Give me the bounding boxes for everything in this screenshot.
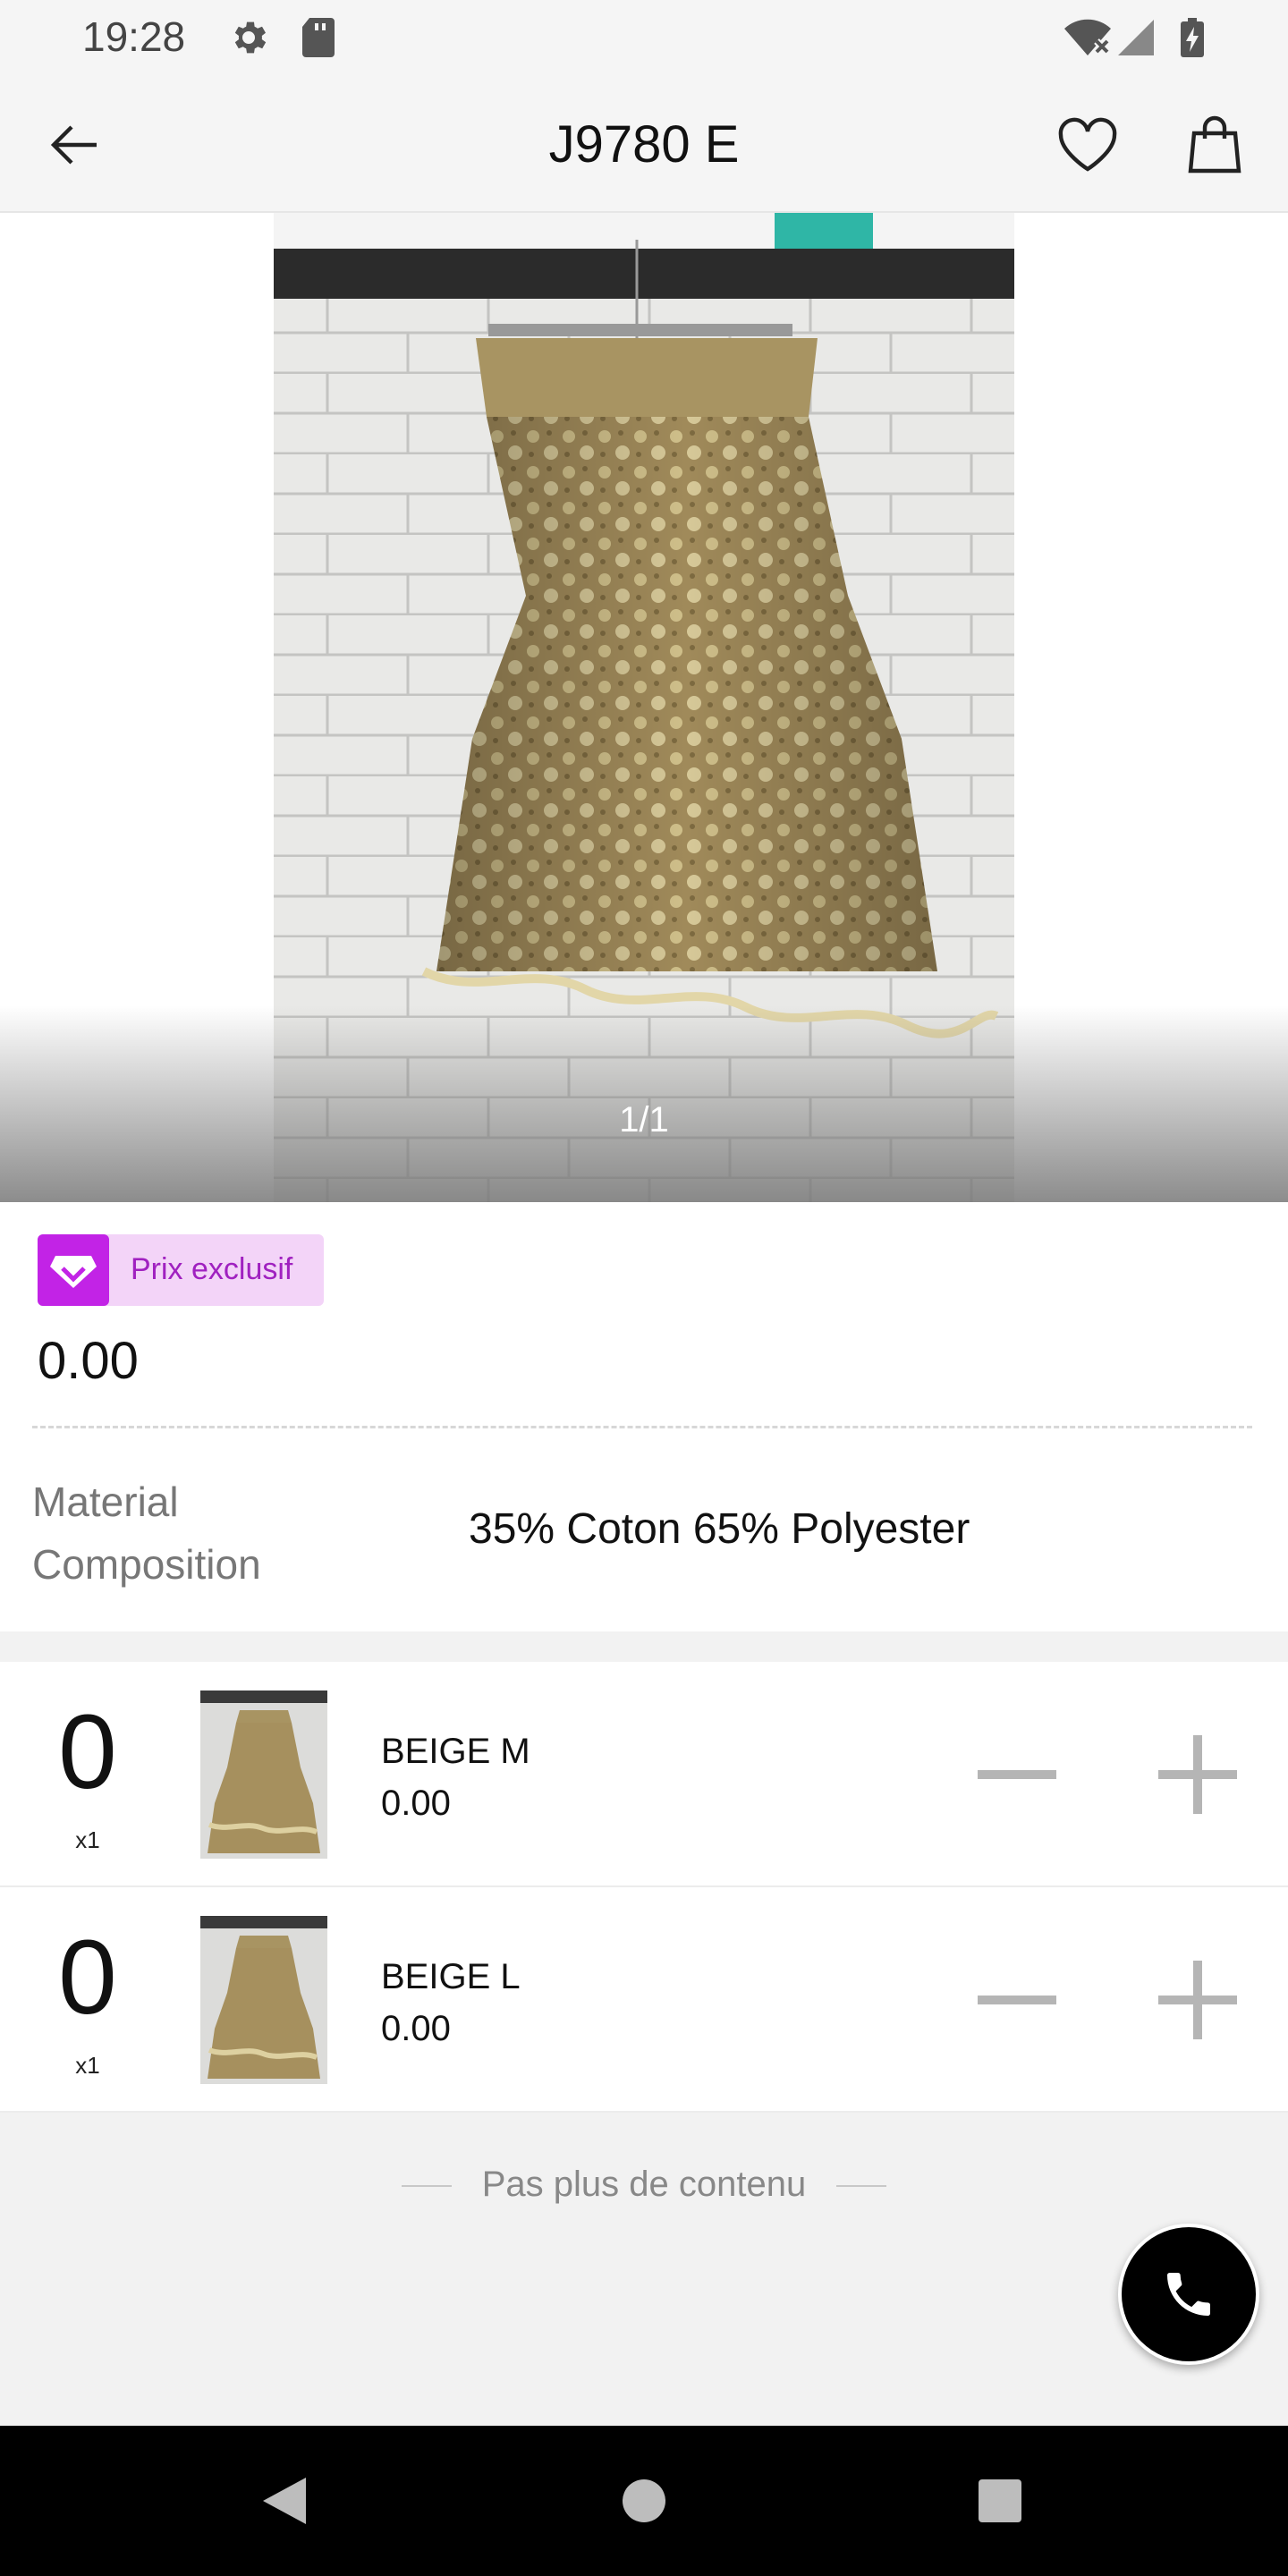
divider: [32, 1426, 1252, 1428]
increase-quantity-button[interactable]: [1148, 1730, 1247, 1819]
battery-charging-icon: [1179, 16, 1206, 64]
triangle-back-icon: [263, 2478, 306, 2524]
heart-icon: [1058, 117, 1117, 172]
minus-icon: [978, 1996, 1056, 2004]
decrease-quantity-button[interactable]: [968, 1955, 1066, 2045]
attribute-label: Material Composition: [32, 1479, 261, 1588]
plus-icon: [1158, 1961, 1237, 2039]
variant-quantity: 0: [58, 1919, 117, 2037]
status-bar: 19:28: [0, 0, 1288, 75]
shopping-bag-icon: [1188, 115, 1241, 174]
variant-price: 0.00: [381, 1784, 451, 1823]
circle-home-icon: [623, 2479, 665, 2522]
gear-icon: [227, 16, 270, 64]
product-image[interactable]: [274, 213, 1014, 1202]
minus-icon: [978, 1770, 1056, 1779]
variant-multiplier: x1: [75, 2052, 100, 2079]
phone-icon: [1167, 2273, 1210, 2316]
variant-row: 0 x1 BEIGE M 0.00: [0, 1662, 1288, 1887]
increase-quantity-button[interactable]: [1148, 1955, 1247, 2045]
nav-back-button[interactable]: [249, 2465, 320, 2537]
signal-icon: [1116, 16, 1156, 64]
product-info: Prix exclusif 0.00 Material Composition …: [0, 1202, 1288, 1631]
nav-recents-button[interactable]: [964, 2465, 1036, 2537]
divider: [836, 2185, 887, 2188]
variant-thumbnail: [200, 1690, 327, 1859]
variant-thumbnail: [200, 1916, 327, 2084]
wifi-icon: [1063, 16, 1113, 64]
cart-button[interactable]: [1177, 107, 1252, 182]
variant-name: BEIGE L: [381, 1957, 521, 1996]
attribute-value: 35% Coton 65% Polyester: [469, 1505, 970, 1553]
divider: [401, 2185, 452, 2188]
product-gallery[interactable]: 1/1: [0, 213, 1288, 1202]
call-button[interactable]: [1118, 2224, 1259, 2365]
nav-home-button[interactable]: [608, 2465, 680, 2537]
variant-row: 0 x1 BEIGE L 0.00: [0, 1887, 1288, 2113]
product-price: 0.00: [38, 1332, 139, 1390]
favorite-button[interactable]: [1050, 107, 1125, 182]
end-of-content: Pas plus de contenu: [0, 2165, 1288, 2205]
plus-icon: [1158, 1735, 1237, 1814]
variant-list: 0 x1 BEIGE M 0.00 0 x1 BEIGE L 0.00: [0, 1662, 1288, 2113]
app-bar: J9780 E: [0, 75, 1288, 213]
variant-multiplier: x1: [75, 1826, 100, 1853]
exclusive-price-badge: Prix exclusif: [38, 1234, 324, 1306]
system-navigation-bar: [0, 2426, 1288, 2576]
variant-quantity: 0: [58, 1693, 117, 1811]
decrease-quantity-button[interactable]: [968, 1730, 1066, 1819]
diamond-icon: [38, 1234, 109, 1306]
image-counter: 1/1: [619, 1100, 669, 1140]
badge-label: Prix exclusif: [131, 1252, 293, 1286]
sd-card-icon: [299, 16, 338, 64]
square-recents-icon: [979, 2479, 1021, 2522]
variant-name: BEIGE M: [381, 1732, 530, 1771]
status-time: 19:28: [82, 13, 186, 60]
end-of-content-text: Pas plus de contenu: [481, 2165, 807, 2204]
variant-price: 0.00: [381, 2009, 451, 2048]
